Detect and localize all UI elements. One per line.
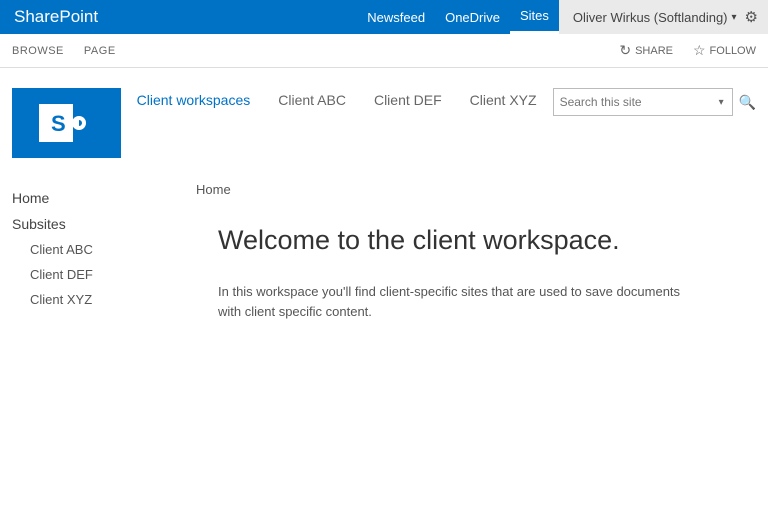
- suite-link-onedrive[interactable]: OneDrive: [435, 0, 510, 34]
- page-body: In this workspace you'll find client-spe…: [218, 282, 698, 321]
- body-row: Home Subsites Client ABC Client DEF Clie…: [0, 170, 768, 333]
- brand-label: SharePoint: [0, 0, 112, 34]
- user-name: Oliver Wirkus (Softlanding): [573, 10, 728, 25]
- share-icon: ↻: [619, 42, 631, 59]
- leftnav-sub-client-xyz[interactable]: Client XYZ: [30, 292, 182, 307]
- search-input[interactable]: [560, 95, 715, 109]
- star-icon: ☆: [693, 42, 706, 59]
- suite-link-sites[interactable]: Sites: [510, 0, 559, 34]
- topnav-client-abc[interactable]: Client ABC: [278, 92, 346, 108]
- ribbon-tab-browse[interactable]: BROWSE: [12, 45, 64, 57]
- share-button[interactable]: ↻ SHARE: [619, 42, 673, 59]
- caret-down-icon: ▾: [732, 12, 737, 23]
- topnav-client-def[interactable]: Client DEF: [374, 92, 442, 108]
- sharepoint-icon: S: [39, 100, 93, 146]
- breadcrumb: Home: [196, 182, 756, 197]
- search-wrap: ▾ 🔍: [553, 88, 756, 116]
- content-area: Home Welcome to the client workspace. In…: [182, 182, 756, 321]
- svg-text:S: S: [51, 111, 66, 136]
- leftnav-subsites[interactable]: Subsites: [12, 216, 182, 232]
- ribbon-tab-page[interactable]: PAGE: [84, 45, 116, 57]
- search-scope-dropdown[interactable]: ▾: [715, 97, 728, 108]
- gear-icon[interactable]: ⚙: [745, 8, 758, 26]
- search-box: ▾: [553, 88, 733, 116]
- user-menu[interactable]: Oliver Wirkus (Softlanding) ▾: [573, 10, 737, 25]
- leftnav-home[interactable]: Home: [12, 190, 182, 206]
- suite-links: Newsfeed OneDrive Sites: [357, 0, 559, 34]
- left-nav: Home Subsites Client ABC Client DEF Clie…: [12, 182, 182, 321]
- suite-bar: SharePoint Newsfeed OneDrive Sites Olive…: [0, 0, 768, 34]
- top-nav: Client workspaces Client ABC Client DEF …: [137, 88, 537, 108]
- topnav-client-xyz[interactable]: Client XYZ: [470, 92, 537, 108]
- header-row: S Client workspaces Client ABC Client DE…: [0, 68, 768, 170]
- ribbon: BROWSE PAGE ↻ SHARE ☆ FOLLOW: [0, 34, 768, 68]
- page-title: Welcome to the client workspace.: [218, 225, 756, 256]
- site-logo[interactable]: S: [12, 88, 121, 158]
- leftnav-sub-client-abc[interactable]: Client ABC: [30, 242, 182, 257]
- share-label: SHARE: [635, 45, 673, 57]
- suite-right: Oliver Wirkus (Softlanding) ▾ ⚙: [559, 0, 768, 34]
- search-icon[interactable]: 🔍: [739, 94, 756, 111]
- follow-label: FOLLOW: [710, 45, 756, 57]
- topnav-client-workspaces[interactable]: Client workspaces: [137, 92, 251, 108]
- leftnav-sub-client-def[interactable]: Client DEF: [30, 267, 182, 282]
- follow-button[interactable]: ☆ FOLLOW: [693, 42, 756, 59]
- suite-link-newsfeed[interactable]: Newsfeed: [357, 0, 435, 34]
